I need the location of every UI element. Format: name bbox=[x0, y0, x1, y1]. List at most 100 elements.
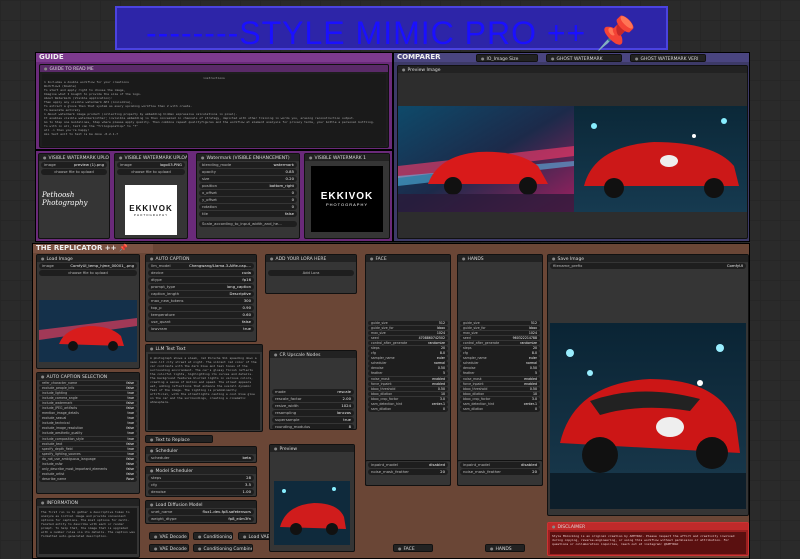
setting-row[interactable]: top_p 0.90 bbox=[148, 305, 254, 311]
setting-row[interactable]: blending_mode watermark bbox=[199, 162, 297, 168]
setting-row[interactable]: seed 4708860742502 bbox=[368, 335, 448, 341]
load-vae-node[interactable]: Load VAE bbox=[238, 532, 272, 540]
setting-row[interactable]: supersample true bbox=[272, 417, 354, 423]
setting-row[interactable]: steps 28 bbox=[148, 475, 254, 481]
setting-row[interactable]: bbox_threshold 0.50 bbox=[460, 386, 540, 392]
image-select[interactable]: image ComfyUI_temp_hjme_00001_.png bbox=[39, 263, 137, 269]
ghost-watermark-title[interactable]: GHOST WATERMARK bbox=[547, 55, 621, 61]
face-detailer-node[interactable]: FACE guide_size512guide_size_forbboxmax_… bbox=[365, 254, 451, 486]
guide-node[interactable]: GUIDE TO READ ME instructions 1 Includes… bbox=[39, 64, 389, 148]
setting-row[interactable]: sampler_name euler bbox=[460, 356, 540, 361]
watermark-settings-node[interactable]: Watermark (VISIBLE ENHANCEMENT) blending… bbox=[196, 153, 300, 239]
setting-row[interactable]: include_watermark false bbox=[39, 400, 137, 406]
setting-row[interactable]: feather 5 bbox=[460, 371, 540, 377]
watermark-settings-title[interactable]: Watermark (VISIBLE ENHANCEMENT) bbox=[197, 154, 299, 161]
setting-row[interactable]: guide_size 512 bbox=[460, 320, 540, 326]
save-image-title[interactable]: Save Image bbox=[548, 255, 748, 262]
setting-row[interactable]: lowvram true bbox=[148, 326, 254, 332]
replicator-group-title[interactable]: THE REPLICATOR ++ 📌 bbox=[33, 244, 153, 253]
auto-caption-selection-node[interactable]: AUTO CAPTION SELECTION refer_character_n… bbox=[36, 372, 140, 494]
setting-row[interactable]: exclude_artist false bbox=[39, 472, 137, 477]
setting-row[interactable]: resize_width 1024 bbox=[272, 403, 354, 409]
model-scheduler-title[interactable]: Model Scheduler bbox=[146, 467, 256, 474]
setting-row[interactable]: llm_model Chengwang/Llama-3-Alfie-cap-... bbox=[148, 263, 254, 269]
setting-row[interactable]: guide_size_for bbox bbox=[368, 325, 448, 331]
auto-caption-selection-title[interactable]: AUTO CAPTION SELECTION bbox=[37, 373, 139, 380]
setting-row[interactable]: device cuda bbox=[148, 270, 254, 276]
model-scheduler-node[interactable]: Model Scheduler steps 28 cfg 3.5 denoise 1.… bbox=[145, 466, 257, 497]
watermark-group[interactable]: VISIBLE WATERMARK UPLOAD image preview (1… bbox=[35, 150, 393, 242]
setting-row[interactable]: feather 5 bbox=[368, 371, 448, 377]
load-image-title[interactable]: Load Image bbox=[37, 255, 139, 262]
setting-row[interactable]: mode rescale bbox=[272, 389, 354, 395]
setting-row[interactable]: sam_detection_hint center-1 bbox=[460, 402, 540, 407]
cr-upscale-title[interactable]: CR Upscale Nodes bbox=[270, 351, 356, 358]
text-to-replace-title[interactable]: Text to Replace bbox=[146, 436, 212, 442]
llm-text-content[interactable]: A photograph shows a sleek, red Porsche … bbox=[148, 354, 260, 430]
setting-row[interactable]: noise_mask_feather 20 bbox=[460, 469, 540, 475]
upscale-preview-title[interactable]: Preview bbox=[270, 445, 354, 452]
setting-row[interactable]: scheduler normal bbox=[368, 361, 448, 366]
setting-row[interactable]: cfg 8.0 bbox=[460, 351, 540, 356]
setting-row[interactable]: specify_depth_field true bbox=[39, 446, 137, 452]
setting-row[interactable]: resampling lanczos bbox=[272, 410, 354, 416]
information-title[interactable]: INFORMATION bbox=[37, 499, 139, 506]
setting-row[interactable]: temperature 0.60 bbox=[148, 312, 254, 318]
save-image-node[interactable]: Save Image filename_prefix ComfyUI bbox=[547, 254, 749, 516]
auto-caption-title[interactable]: AUTO CAPTION bbox=[146, 255, 256, 262]
setting-row[interactable]: caption_length Descriptive bbox=[148, 291, 254, 297]
load-diffusion-title[interactable]: Load Diffusion Model bbox=[146, 501, 256, 508]
setting-row[interactable]: exclude_people_info false bbox=[39, 385, 137, 391]
setting-row[interactable]: exclude_image_resolution false bbox=[39, 426, 137, 431]
setting-row[interactable]: scheduler normal bbox=[460, 361, 540, 366]
setting-row[interactable]: max_size 1024 bbox=[460, 330, 540, 336]
setting-row[interactable]: sampler_name euler bbox=[368, 356, 448, 361]
setting-row[interactable]: force_inpaint enabled bbox=[460, 381, 540, 387]
setting-row[interactable]: specify_lighting_sources true bbox=[39, 451, 137, 457]
visible-watermark-upload-title[interactable]: VISIBLE WATERMARK UPLOAD bbox=[39, 154, 109, 161]
hands-detailer-node[interactable]: HANDS guide_size512guide_size_forbboxmax… bbox=[457, 254, 543, 486]
setting-row[interactable]: prompt_type long_caption bbox=[148, 284, 254, 290]
ghost-watermark-veri-node[interactable]: GHOST WATERMARK VERI bbox=[630, 54, 706, 62]
hands-bottom-label[interactable]: HANDS bbox=[486, 545, 524, 551]
setting-row[interactable]: do_not_use_ambiguous_language false bbox=[39, 456, 137, 462]
setting-row[interactable]: control_after_generate randomize bbox=[460, 340, 540, 346]
auto-caption-node[interactable]: AUTO CAPTION llm_model Chengwang/Llama-3-… bbox=[145, 254, 257, 342]
preview-image-title[interactable]: Preview Image bbox=[398, 66, 747, 73]
setting-row[interactable]: steps 20 bbox=[368, 345, 448, 351]
visible-preview-node[interactable]: VISIBLE WATERMARK 1 EKKIVOK PHOTOGRAPHY bbox=[304, 153, 390, 239]
setting-row[interactable]: include_nsfw false bbox=[39, 462, 137, 467]
setting-row[interactable]: sam_detection_hint center-1 bbox=[368, 402, 448, 407]
image-select[interactable]: image preview (1).png bbox=[41, 162, 107, 168]
setting-row[interactable]: bbox_crop_factor 3.0 bbox=[460, 396, 540, 402]
scheduler-title[interactable]: Scheduler bbox=[146, 447, 256, 454]
ghost-watermark-node[interactable]: GHOST WATERMARK bbox=[546, 54, 622, 62]
setting-row[interactable]: include_lighting true bbox=[39, 390, 137, 396]
setting-row[interactable]: denoise 1.00 bbox=[148, 489, 254, 495]
vae-decode-node[interactable]: VAE Decode bbox=[149, 532, 189, 540]
setting-row[interactable]: guide_size 512 bbox=[368, 320, 448, 326]
setting-row[interactable]: bbox_dilation 10 bbox=[460, 391, 540, 397]
disclaimer-text[interactable]: Style Mimicking is an original creation … bbox=[550, 532, 746, 554]
logo-upload-node[interactable]: VISIBLE WATERMARK UPLOAD image logo03.PNG… bbox=[114, 153, 188, 239]
llm-text-title[interactable]: LLM Text Text bbox=[146, 345, 262, 352]
visible-preview-title[interactable]: VISIBLE WATERMARK 1 bbox=[305, 154, 389, 161]
setting-row[interactable]: use_quant false bbox=[148, 319, 254, 325]
ghost-watermark-veri-title[interactable]: GHOST WATERMARK VERI bbox=[631, 55, 705, 61]
scale-row[interactable]: Scale_according_to_input_width_and_he... bbox=[199, 221, 297, 227]
setting-row[interactable]: exclude_sexual true bbox=[39, 416, 137, 421]
setting-row[interactable]: include_composition_style true bbox=[39, 436, 137, 442]
setting-row[interactable]: tile false bbox=[199, 211, 297, 217]
setting-row[interactable]: exclude_text false bbox=[39, 441, 137, 447]
setting-row[interactable]: max_new_tokens 300 bbox=[148, 298, 254, 304]
setting-row[interactable]: position bottom_right bbox=[199, 183, 297, 189]
image-select[interactable]: image logo03.PNG bbox=[117, 162, 185, 168]
face-bottom-label[interactable]: FACE bbox=[394, 545, 432, 551]
replicator-group[interactable]: THE REPLICATOR ++ 📌 Load Image image Comf… bbox=[32, 243, 750, 559]
conditioning-combine-node[interactable]: Conditioning Combine bbox=[193, 544, 253, 552]
hands-detailer-title[interactable]: HANDS bbox=[458, 255, 542, 262]
setting-row[interactable]: only_describe_most_important_elements fal… bbox=[39, 467, 137, 472]
add-lora-title[interactable]: ADD YOUR LORA HERE bbox=[266, 255, 356, 262]
hands-bottom-label-node[interactable]: HANDS bbox=[485, 544, 525, 552]
setting-row[interactable]: inpaint_model disabled bbox=[368, 462, 448, 468]
